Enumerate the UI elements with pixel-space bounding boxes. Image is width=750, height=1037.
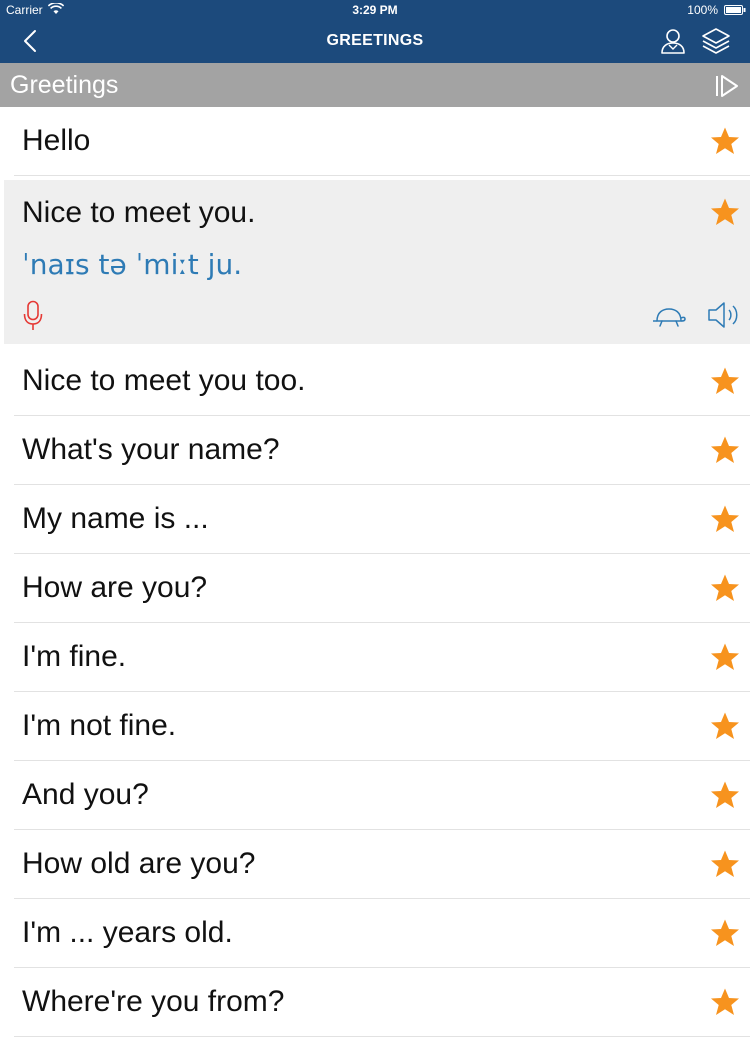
phrase-row[interactable]: Where're you from? bbox=[14, 968, 750, 1037]
phrase-pronunciation: ˈnaɪs tə ˈmiːt ju. bbox=[22, 248, 243, 281]
user-icon[interactable] bbox=[658, 26, 688, 56]
phrase-text: I'm not fine. bbox=[22, 709, 177, 742]
phrase-row[interactable]: I'm ... years old. bbox=[14, 899, 750, 968]
microphone-icon[interactable] bbox=[22, 300, 44, 332]
star-icon[interactable] bbox=[710, 987, 740, 1017]
star-icon[interactable] bbox=[710, 573, 740, 603]
phrase-text: Nice to meet you too. bbox=[22, 364, 306, 397]
phrase-row[interactable]: I'm not fine. bbox=[14, 692, 750, 761]
turtle-slow-icon[interactable] bbox=[652, 306, 686, 328]
phrase-text: My name is ... bbox=[22, 502, 209, 535]
star-icon[interactable] bbox=[710, 849, 740, 879]
star-icon[interactable] bbox=[710, 504, 740, 534]
status-bar: Carrier 3:29 PM 100% bbox=[0, 0, 750, 20]
section-header: Greetings bbox=[0, 63, 750, 107]
star-icon[interactable] bbox=[710, 435, 740, 465]
status-time: 3:29 PM bbox=[352, 3, 398, 17]
nav-title: GREETINGS bbox=[326, 32, 424, 49]
phrase-row-expanded[interactable]: Nice to meet you. ˈnaɪs tə ˈmiːt ju. bbox=[4, 180, 750, 344]
star-icon[interactable] bbox=[710, 126, 740, 156]
phrase-row[interactable]: I'm fine. bbox=[14, 623, 750, 692]
phrase-row[interactable]: How are you? bbox=[14, 554, 750, 623]
play-all-icon[interactable] bbox=[714, 74, 740, 98]
phrase-text: And you? bbox=[22, 778, 149, 811]
phrase-list: Hello Nice to meet you. ˈnaɪs tə ˈmiːt ju.… bbox=[0, 107, 750, 1037]
phrase-row[interactable]: How old are you? bbox=[14, 830, 750, 899]
phrase-row[interactable]: Nice to meet you too. bbox=[14, 347, 750, 416]
star-icon[interactable] bbox=[710, 780, 740, 810]
layers-icon[interactable] bbox=[700, 26, 732, 56]
speaker-icon[interactable] bbox=[706, 300, 742, 330]
star-icon[interactable] bbox=[710, 711, 740, 741]
star-icon[interactable] bbox=[710, 642, 740, 672]
phrase-row[interactable]: What's your name? bbox=[14, 416, 750, 485]
phrase-text: What's your name? bbox=[22, 433, 280, 466]
star-icon[interactable] bbox=[710, 197, 740, 227]
phrase-text: I'm fine. bbox=[22, 640, 127, 673]
phrase-text: I'm ... years old. bbox=[22, 916, 233, 949]
battery-icon bbox=[724, 5, 746, 15]
star-icon[interactable] bbox=[710, 366, 740, 396]
nav-bar: GREETINGS bbox=[0, 20, 750, 63]
star-icon[interactable] bbox=[710, 918, 740, 948]
phrase-text: How old are you? bbox=[22, 847, 256, 880]
phrase-row[interactable]: My name is ... bbox=[14, 485, 750, 554]
phrase-text: Nice to meet you. bbox=[22, 196, 256, 229]
battery-percent: 100% bbox=[687, 3, 718, 17]
phrase-text: Where're you from? bbox=[22, 985, 285, 1018]
phrase-row[interactable]: And you? bbox=[14, 761, 750, 830]
phrase-row[interactable]: Hello bbox=[14, 107, 750, 176]
phrase-text: Hello bbox=[22, 124, 91, 157]
phrase-text: How are you? bbox=[22, 571, 208, 604]
section-title: Greetings bbox=[10, 71, 119, 99]
